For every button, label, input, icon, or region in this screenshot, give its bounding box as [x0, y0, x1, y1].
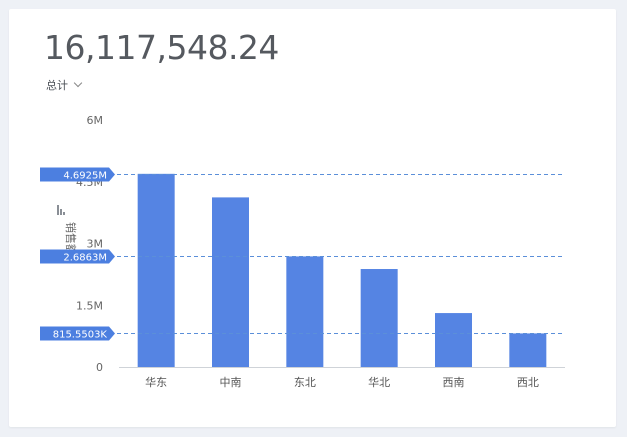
reference-label: 4.6925M: [63, 171, 107, 182]
bar-chart-icon: [57, 205, 65, 215]
bar-3[interactable]: [360, 269, 398, 367]
bar-4[interactable]: [435, 313, 472, 367]
y-tick-label: 3M: [87, 238, 104, 251]
y-tick-label: 6M: [87, 114, 104, 127]
bar-chart: 销售额 01.5M3M4.5M6M 4.6925M2.6863M815.5503…: [40, 114, 565, 389]
y-tick-label: 1.5M: [76, 299, 103, 312]
reference-label: 2.6863M: [63, 253, 107, 264]
y-axis-label-group: 销售额: [57, 205, 78, 255]
x-category-label: 东北: [294, 376, 316, 389]
x-category-label: 西南: [443, 376, 465, 389]
y-tick-label: 0: [96, 361, 103, 374]
x-category-label: 西北: [517, 376, 539, 389]
bar-1[interactable]: [212, 197, 249, 367]
x-category-label: 华东: [145, 375, 167, 389]
bar-0[interactable]: [137, 173, 175, 367]
x-category-label: 中南: [220, 376, 242, 389]
x-category-label: 华北: [368, 375, 390, 389]
reference-label: 815.5503K: [53, 330, 108, 341]
bar-5[interactable]: [509, 333, 547, 367]
bar-2[interactable]: [286, 256, 324, 367]
